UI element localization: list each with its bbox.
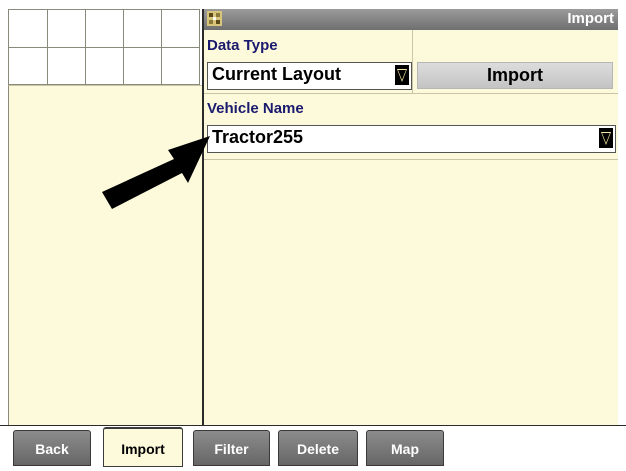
grid-cell[interactable] [86,48,124,84]
grid-cell[interactable] [124,48,162,84]
data-type-label: Data Type [207,37,278,54]
chevron-down-icon[interactable] [395,65,409,85]
vehicle-name-value: Tractor255 [212,127,304,147]
layout-grid[interactable] [8,9,200,85]
grid-cell[interactable] [48,48,86,84]
data-type-value: Current Layout [212,64,342,84]
data-type-dropdown[interactable]: Current Layout [207,62,412,90]
grid-cell[interactable] [124,10,162,48]
pointer-arrow-icon [102,136,210,209]
tab-filter[interactable]: Filter [193,430,270,466]
vehicle-name-label: Vehicle Name [207,100,304,117]
title-bar: Import [204,9,618,30]
row-divider [204,93,618,94]
grid-cell[interactable] [162,48,199,84]
display-screen: Import Data Type Current Layout Import V… [0,0,626,471]
import-button[interactable]: Import [417,62,613,89]
import-panel: Import Data Type Current Layout Import V… [202,9,618,425]
chevron-down-icon[interactable] [599,128,613,148]
grid-cell[interactable] [9,48,48,84]
grid-cell[interactable] [48,10,86,48]
vehicle-name-dropdown[interactable]: Tractor255 [207,125,616,153]
tab-bar: Back Import Filter Delete Map [0,425,626,471]
window-title: Import [567,10,614,27]
grid-cell[interactable] [9,10,48,48]
tab-back[interactable]: Back [13,430,91,466]
grid-cell[interactable] [86,10,124,48]
grid-cell[interactable] [162,10,199,48]
tab-delete[interactable]: Delete [278,430,358,466]
tab-map[interactable]: Map [366,430,444,466]
app-icon [207,11,222,26]
column-divider [412,30,413,93]
row-divider [204,159,618,160]
tab-import[interactable]: Import [103,427,183,467]
